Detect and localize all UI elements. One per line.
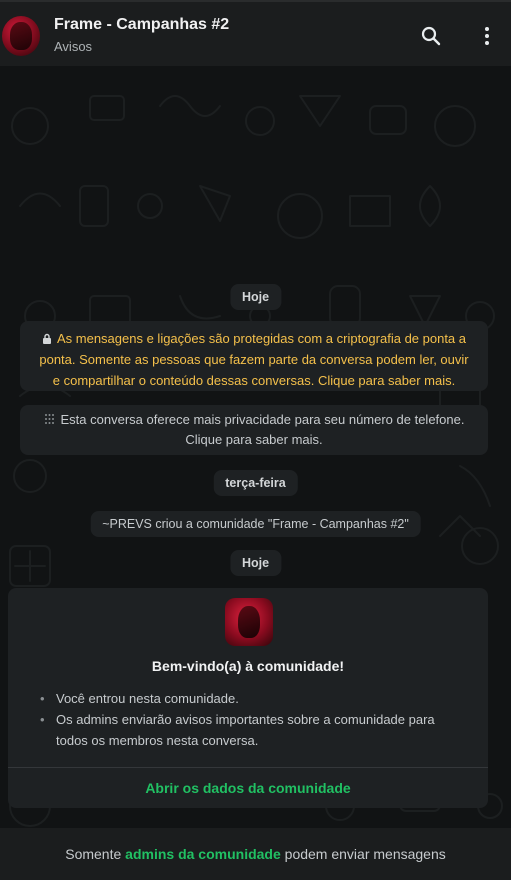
encryption-notice[interactable]: As mensagens e ligações são protegidas c… xyxy=(20,321,488,391)
welcome-bullets: Você entrou nesta comunidade. Os admins … xyxy=(38,688,468,751)
privacy-notice-text: Esta conversa oferece mais privacidade p… xyxy=(60,412,465,447)
community-avatar[interactable] xyxy=(2,16,40,56)
welcome-bullet: Os admins enviarão avisos importantes so… xyxy=(38,709,468,751)
message-area[interactable]: Hoje As mensagens e ligações são protegi… xyxy=(0,66,511,828)
card-divider xyxy=(8,767,488,768)
menu-button[interactable] xyxy=(475,24,499,48)
chat-subtitle: Avisos xyxy=(54,39,93,54)
privacy-notice[interactable]: Esta conversa oferece mais privacidade p… xyxy=(20,405,488,455)
date-separator-today: Hoje xyxy=(229,284,282,310)
chat-title[interactable]: Frame - Campanhas #2 xyxy=(54,16,229,34)
avatar-face xyxy=(10,22,32,50)
welcome-card: Bem-vindo(a) à comunidade! Você entrou n… xyxy=(8,588,488,808)
footer-prefix: Somente xyxy=(65,846,122,862)
search-button[interactable] xyxy=(419,24,443,48)
welcome-title: Bem-vindo(a) à comunidade! xyxy=(151,658,345,674)
grid-dots-icon xyxy=(44,414,54,424)
community-image-face xyxy=(238,606,260,638)
footer-suffix: podem enviar mensagens xyxy=(284,846,446,862)
admin-only-footer: Somente admins da comunidade podem envia… xyxy=(0,828,511,880)
welcome-bullet: Você entrou nesta comunidade. xyxy=(38,688,468,709)
encryption-notice-text: As mensagens e ligações são protegidas c… xyxy=(39,331,469,388)
lock-icon xyxy=(42,333,51,344)
more-vertical-icon xyxy=(485,27,489,45)
community-created-notice: ~PREVS criou a comunidade "Frame - Campa… xyxy=(90,511,421,537)
open-community-info-link[interactable]: Abrir os dados da comunidade xyxy=(8,780,488,796)
date-separator-today-2: Hoje xyxy=(229,550,282,576)
date-separator-tuesday: terça-feira xyxy=(213,470,298,496)
community-image xyxy=(225,598,273,646)
chat-window: Frame - Campanhas #2 Avisos Hoje As mens… xyxy=(0,0,511,880)
search-icon xyxy=(421,26,441,46)
chat-header[interactable]: Frame - Campanhas #2 Avisos xyxy=(0,0,511,66)
community-admins-link[interactable]: admins da comunidade xyxy=(125,846,281,862)
